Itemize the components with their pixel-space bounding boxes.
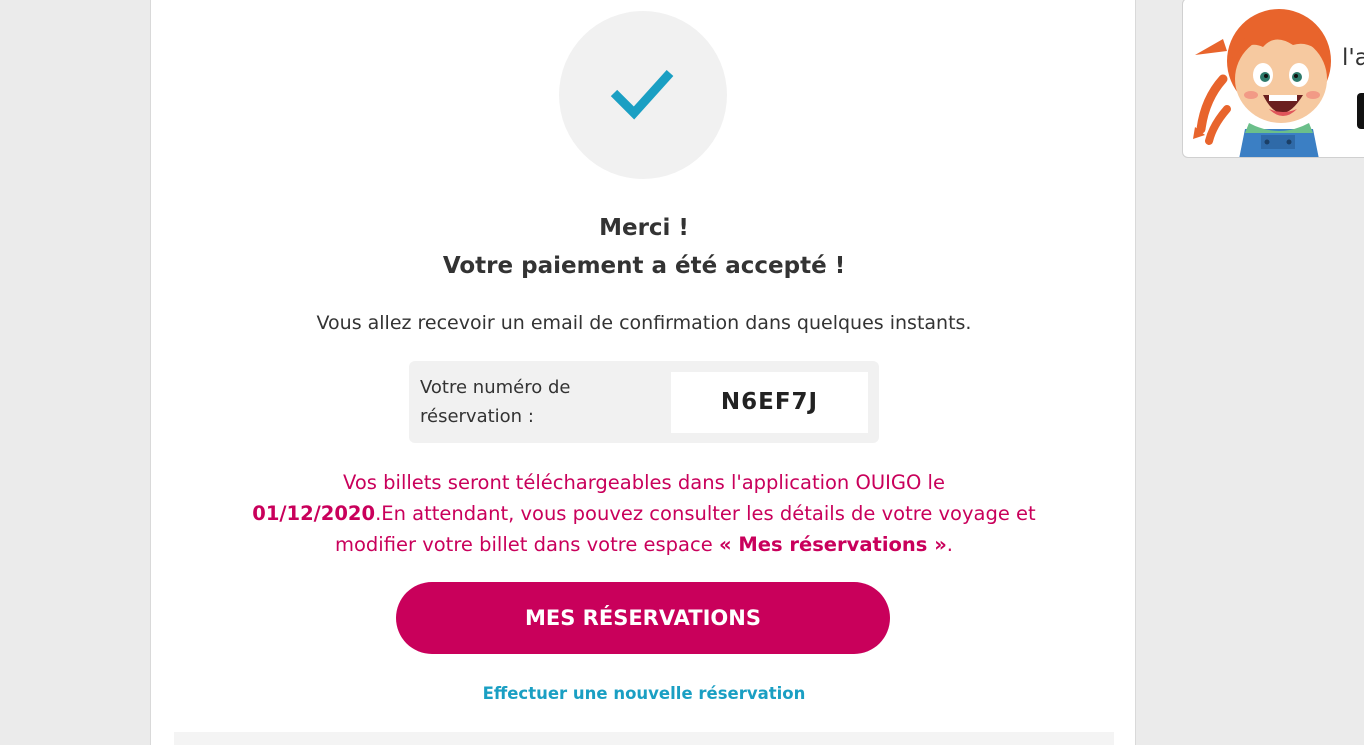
tickets-info-message: Vos billets seront téléchargeables dans …	[231, 467, 1057, 560]
promo-banner[interactable]: l'a	[1182, 0, 1364, 158]
checkmark-icon	[610, 69, 674, 120]
ticket-availability-date: 01/12/2020	[252, 502, 376, 525]
promo-button[interactable]	[1357, 93, 1364, 129]
info-text-end: .	[946, 533, 953, 556]
mes-reservations-inline-link[interactable]: « Mes réservations »	[719, 533, 947, 556]
success-badge	[559, 11, 727, 179]
promo-text: l'a	[1342, 45, 1364, 71]
mes-reservations-button[interactable]: MES RÉSERVATIONS	[396, 582, 890, 654]
reservation-number-box: Votre numéro de réservation : N6EF7J	[409, 361, 879, 443]
confirmation-card: Merci ! Votre paiement a été accepté ! V…	[150, 0, 1136, 745]
mascot-girl-illustration	[1193, 9, 1331, 157]
next-section-strip	[174, 732, 1114, 745]
email-confirmation-message: Vous allez recevoir un email de confirma…	[316, 312, 972, 334]
thank-you-title: Merci !	[599, 215, 689, 241]
reservation-code: N6EF7J	[671, 372, 868, 433]
reservation-number-label: Votre numéro de réservation :	[420, 377, 571, 427]
info-text-before-date: Vos billets seront téléchargeables dans …	[343, 471, 945, 494]
new-reservation-link[interactable]: Effectuer une nouvelle réservation	[151, 683, 1137, 705]
payment-accepted-title: Votre paiement a été accepté !	[442, 253, 846, 279]
